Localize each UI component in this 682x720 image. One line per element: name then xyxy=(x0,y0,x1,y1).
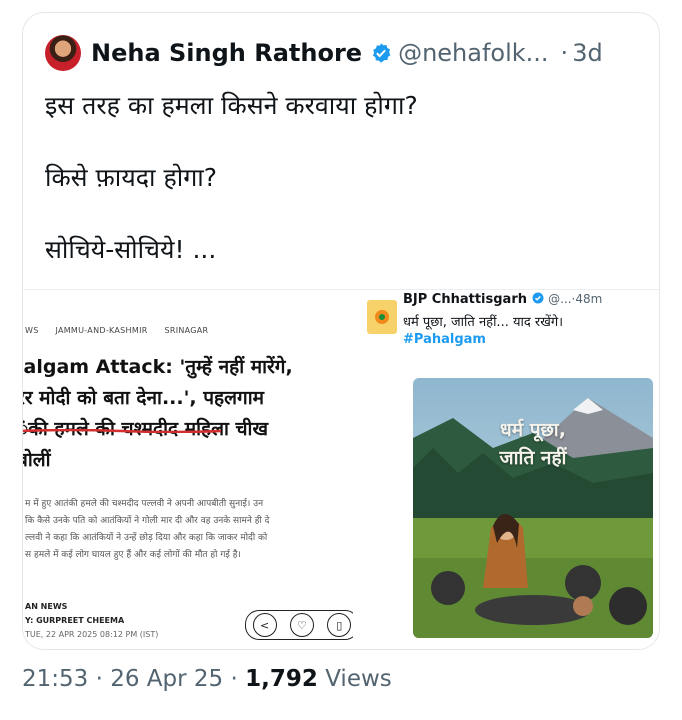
article-actions: < ♡ ▯ xyxy=(245,610,353,640)
tweet-card[interactable]: Neha Singh Rathore @nehafolk... · 3d इस … xyxy=(22,12,660,650)
headline-line: बोलीं xyxy=(23,449,51,471)
tweet-media[interactable]: WS JAMMU-AND-KASHMIR SRINAGAR ıalgam Att… xyxy=(23,289,659,649)
illustration-caption: जाति नहीं xyxy=(499,447,567,469)
embed-text: धर्म पूछा, जाति नहीं... याद रखेंगे। xyxy=(403,315,564,330)
article-byline: AN NEWS Y: GURPREET CHEEMA TUE, 22 APR 2… xyxy=(25,600,158,642)
tweet-time[interactable]: 21:53 xyxy=(22,666,88,692)
headline-line: रर मोदी को बता देना...', पहलगाम xyxy=(23,387,265,409)
article-headline: ıalgam Attack: 'तुम्हें नहीं मारेंगे, रर… xyxy=(23,352,353,476)
tweet-text: इस तरह का हमला किसने करवाया होगा? किसे फ… xyxy=(45,91,418,265)
meta-separator: · xyxy=(95,666,103,692)
article-breadcrumb: WS JAMMU-AND-KASHMIR SRINAGAR xyxy=(25,326,222,335)
article-source: AN NEWS xyxy=(25,602,68,611)
body-line: कि कैसे उनके पति को आतंकियों ने गोली मार… xyxy=(25,516,270,526)
tweet-line: सोचिये-सोचिये! ... xyxy=(45,235,217,264)
views-count[interactable]: 1,792 xyxy=(245,666,318,692)
embed-illustration: धर्म पूछा, जाति नहीं xyxy=(413,378,653,638)
views-label: Views xyxy=(325,666,392,692)
embed-author-name: BJP Chhattisgarh xyxy=(403,292,527,307)
headline-line: ıalgam Attack: 'तुम्हें नहीं मारेंगे, xyxy=(23,356,293,378)
breadcrumb-item: SRINAGAR xyxy=(164,326,209,335)
bjp-logo-icon xyxy=(367,300,397,334)
article-author: Y: GURPREET CHEEMA xyxy=(25,616,125,625)
tweet-line: इस तरह का हमला किसने करवाया होगा? xyxy=(45,91,418,120)
verified-badge-icon xyxy=(532,292,544,304)
header-separator: · xyxy=(560,39,569,67)
breadcrumb-item: JAMMU-AND-KASHMIR xyxy=(55,326,148,335)
red-underline-mark xyxy=(23,429,221,433)
article-body: म में हुए आतंकी हमले की चश्मदीद पल्लवी न… xyxy=(25,496,347,564)
share-icon: < xyxy=(252,613,277,637)
author-name[interactable]: Neha Singh Rathore xyxy=(91,39,362,67)
meta-separator: · xyxy=(230,666,238,692)
breadcrumb-item: WS xyxy=(25,326,39,335)
heart-icon: ♡ xyxy=(289,613,314,637)
embed-hashtag: #Pahalgam xyxy=(403,332,486,347)
tweet-date[interactable]: 26 Apr 25 xyxy=(110,666,223,692)
author-handle[interactable]: @nehafolk... xyxy=(398,39,548,67)
tweet-header: Neha Singh Rathore @nehafolk... · 3d xyxy=(45,33,603,73)
embed-handle-time: @...·48m xyxy=(548,292,603,306)
author-avatar[interactable] xyxy=(45,35,81,71)
verified-badge-icon xyxy=(372,43,391,63)
news-article-screenshot: WS JAMMU-AND-KASHMIR SRINAGAR ıalgam Att… xyxy=(23,290,353,649)
embed-author: BJP Chhattisgarh @...·48m xyxy=(403,292,602,307)
body-line: स हमले में कई लोग घायल हुए हैं और कई लोग… xyxy=(25,550,241,560)
bookmark-icon: ▯ xyxy=(327,613,352,637)
body-line: म में हुए आतंकी हमले की चश्मदीद पल्लवी न… xyxy=(25,499,264,509)
body-line: ल्लवी ने कहा कि आतंकियों ने उन्हें छोड़ … xyxy=(25,533,268,543)
article-date: TUE, 22 APR 2025 08:12 PM (IST) xyxy=(25,630,159,639)
embedded-tweet-screenshot: BJP Chhattisgarh @...·48m धर्म पूछा, जात… xyxy=(361,290,659,649)
tweet-age[interactable]: 3d xyxy=(572,39,603,67)
tweet-line: किसे फ़ायदा होगा? xyxy=(45,163,218,192)
tweet-metadata: 21:53 · 26 Apr 25 · 1,792 Views xyxy=(22,666,392,692)
illustration-caption: धर्म पूछा, xyxy=(500,419,566,441)
